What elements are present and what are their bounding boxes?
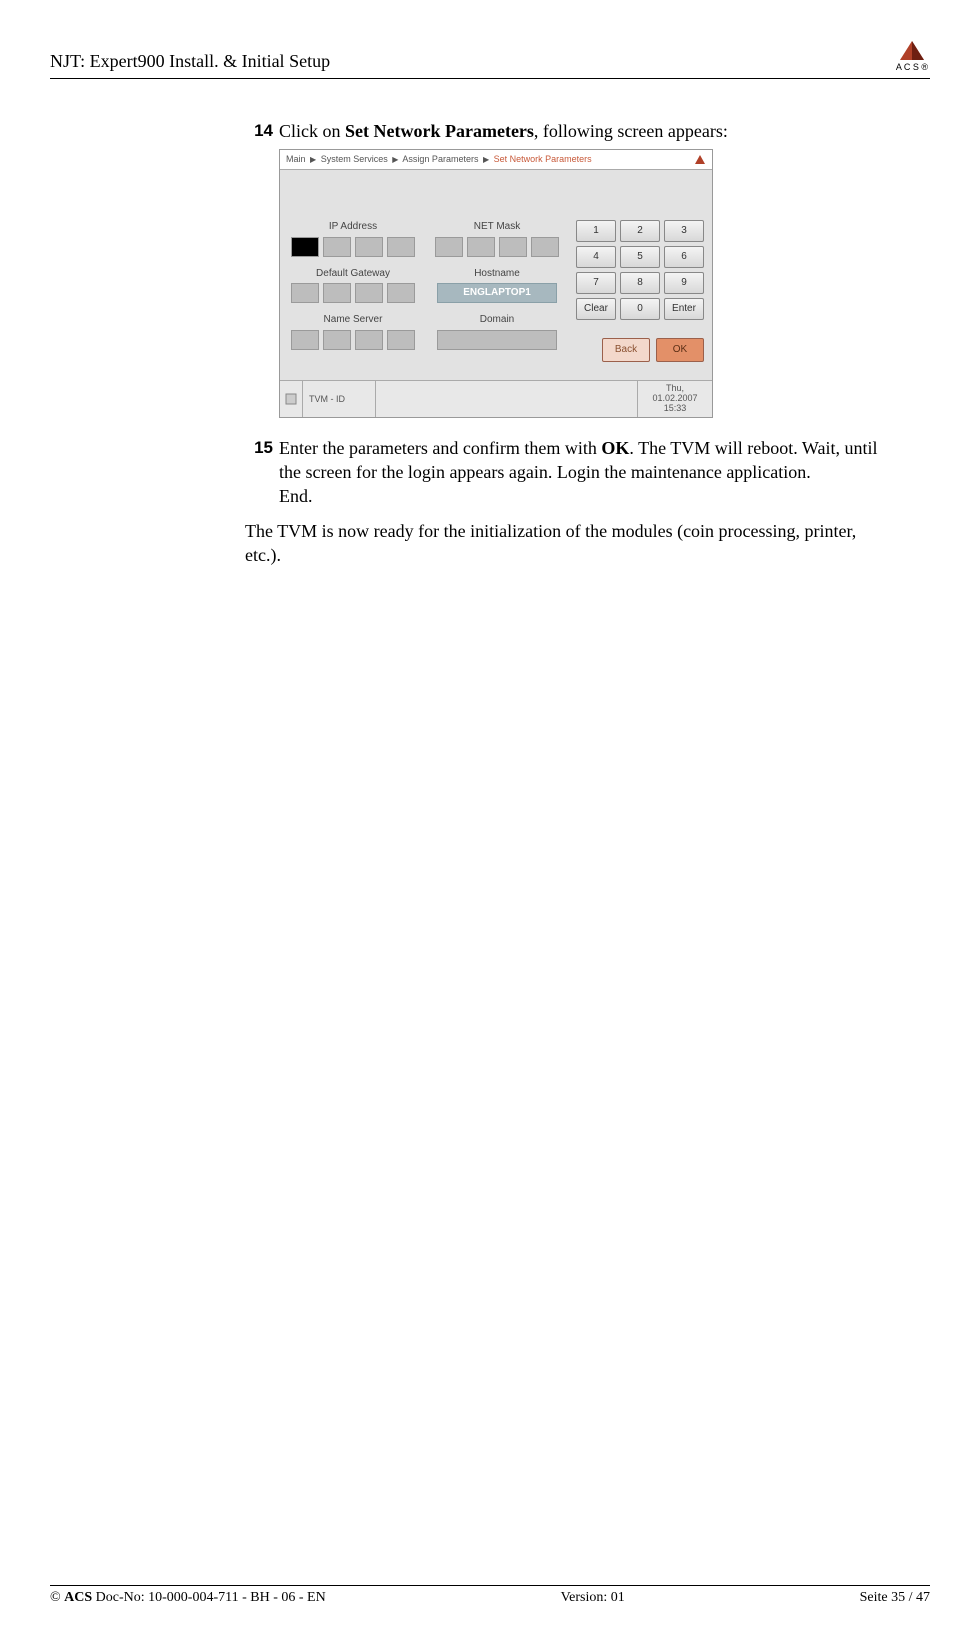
domain-input[interactable] — [437, 330, 557, 350]
bold-text: OK — [601, 438, 629, 458]
content-area: 14 Click on Set Network Parameters, foll… — [245, 119, 890, 567]
step-15: 15 Enter the parameters and confirm them… — [245, 436, 890, 509]
key-clear[interactable]: Clear — [576, 298, 616, 320]
nameserver-input[interactable] — [291, 330, 415, 350]
key-5[interactable]: 5 — [620, 246, 660, 268]
text: Enter the parameters and confirm them wi… — [279, 438, 601, 458]
gateway-label: Default Gateway — [316, 267, 390, 281]
numeric-keypad: 1 2 3 4 5 6 7 8 9 Clear 0 — [576, 220, 704, 320]
key-2[interactable]: 2 — [620, 220, 660, 242]
text: Click on — [279, 121, 345, 141]
key-4[interactable]: 4 — [576, 246, 616, 268]
chevron-right-icon: ▶ — [483, 155, 489, 164]
logo-icon — [694, 154, 706, 166]
status-bar: TVM - ID Thu, 01.02.2007 15:33 — [280, 380, 712, 417]
ip-input[interactable] — [291, 237, 415, 257]
logo-text: A C S ® — [896, 62, 928, 72]
footer-docno: Doc-No: 10-000-004-711 - BH - 06 - EN — [92, 1590, 326, 1605]
domain-label: Domain — [480, 313, 514, 327]
key-9[interactable]: 9 — [664, 272, 704, 294]
step-number: 15 — [245, 436, 279, 509]
copyright-symbol: © — [50, 1590, 64, 1605]
footer-version: Version: 01 — [561, 1590, 625, 1606]
key-3[interactable]: 3 — [664, 220, 704, 242]
page-footer: © ACS Doc-No: 10-000-004-711 - BH - 06 -… — [50, 1585, 930, 1606]
bc-services: System Services — [321, 154, 388, 164]
ip-label: IP Address — [329, 220, 377, 234]
netmask-label: NET Mask — [474, 220, 521, 234]
device-icon — [280, 381, 303, 417]
end-text: End. — [279, 486, 313, 506]
tvm-id-label: TVM - ID — [303, 381, 376, 417]
bc-assign: Assign Parameters — [402, 154, 478, 164]
back-button[interactable]: Back — [602, 338, 650, 362]
ok-button[interactable]: OK — [656, 338, 704, 362]
breadcrumb: Main ▶ System Services ▶ Assign Paramete… — [280, 150, 712, 170]
acs-logo: A C S ® — [894, 40, 930, 72]
step-14: 14 Click on Set Network Parameters, foll… — [245, 119, 890, 428]
bc-current: Set Network Parameters — [494, 154, 592, 164]
step-number: 14 — [245, 119, 279, 428]
gateway-input[interactable] — [291, 283, 415, 303]
key-7[interactable]: 7 — [576, 272, 616, 294]
bc-main: Main — [286, 154, 306, 164]
netmask-input[interactable] — [435, 237, 559, 257]
closing-paragraph: The TVM is now ready for the initializat… — [245, 519, 890, 568]
nameserver-label: Name Server — [324, 313, 383, 327]
step-text: Click on Set Network Parameters, followi… — [279, 119, 890, 428]
chevron-right-icon: ▶ — [392, 155, 398, 164]
hostname-input[interactable]: ENGLAPTOP1 — [437, 283, 557, 303]
doc-title: NJT: Expert900 Install. & Initial Setup — [50, 51, 330, 72]
page-header: NJT: Expert900 Install. & Initial Setup … — [50, 40, 930, 79]
footer-page: Seite 35 / 47 — [860, 1590, 930, 1606]
text: , following screen appears: — [534, 121, 728, 141]
network-params-screenshot: Main ▶ System Services ▶ Assign Paramete… — [279, 149, 713, 417]
key-1[interactable]: 1 — [576, 220, 616, 242]
key-0[interactable]: 0 — [620, 298, 660, 320]
chevron-right-icon: ▶ — [310, 155, 316, 164]
footer-acs: ACS — [64, 1590, 92, 1605]
key-enter[interactable]: Enter — [664, 298, 704, 320]
status-time-value: 15:33 — [640, 404, 710, 414]
key-8[interactable]: 8 — [620, 272, 660, 294]
key-6[interactable]: 6 — [664, 246, 704, 268]
hostname-label: Hostname — [474, 267, 520, 281]
step-text: Enter the parameters and confirm them wi… — [279, 436, 890, 509]
status-datetime: Thu, 01.02.2007 15:33 — [638, 381, 712, 417]
bold-text: Set Network Parameters — [345, 121, 534, 141]
